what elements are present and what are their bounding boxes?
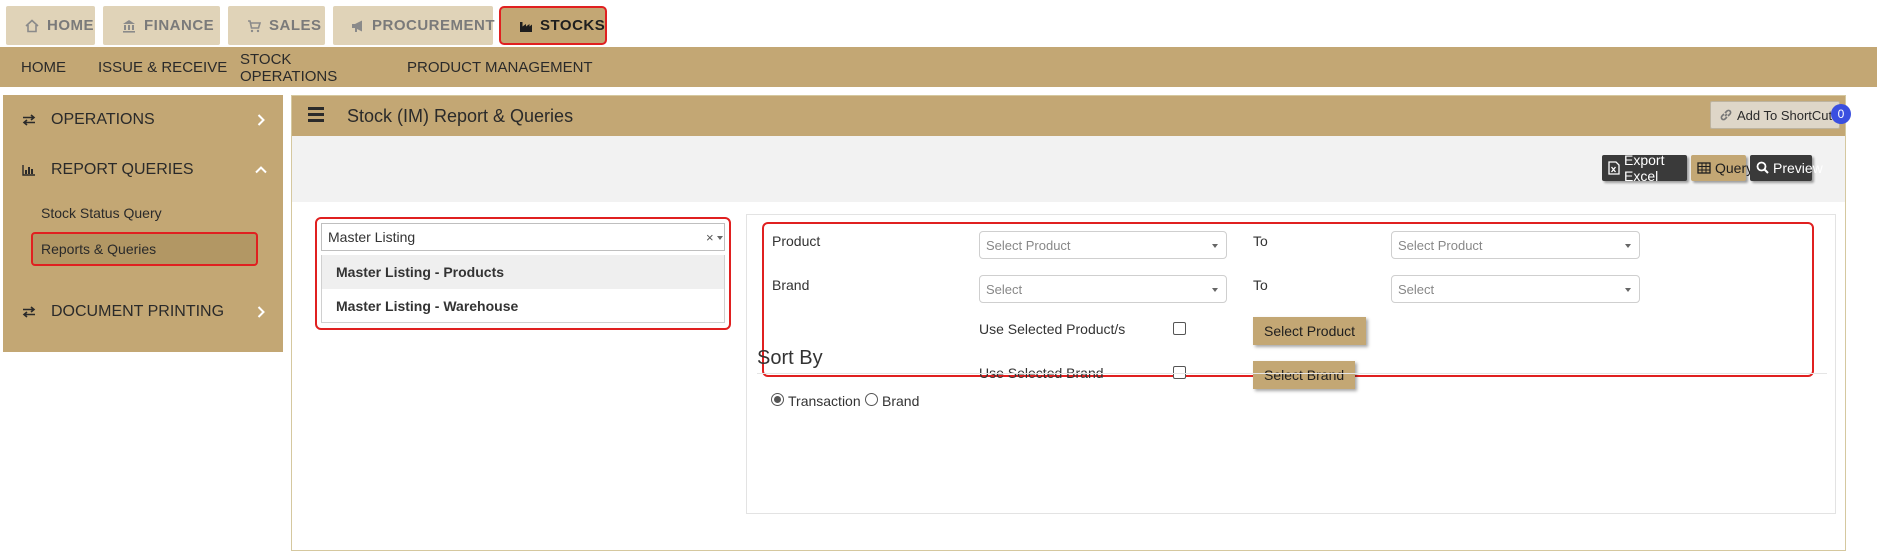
sidebar-item-document-printing[interactable]: DOCUMENT PRINTING — [3, 297, 283, 327]
chevron-right-icon — [255, 305, 267, 319]
subnav-stock-operations[interactable]: STOCK OPERATIONS — [232, 51, 380, 85]
tab-stocks[interactable]: STOCKS — [499, 6, 607, 45]
use-selected-products-label: Use Selected Product/s — [979, 321, 1126, 337]
excel-file-icon — [1608, 161, 1620, 175]
module-tab-bar: HOME FINANCE SALES PROCUREMENT STOCKS — [0, 0, 1877, 47]
sort-by-heading: Sort By — [757, 347, 823, 369]
sort-transaction-label: Transaction — [788, 393, 861, 409]
sidebar-item-operations[interactable]: OPERATIONS — [3, 105, 283, 135]
sidebar-item-label: OPERATIONS — [51, 111, 155, 128]
tab-home[interactable]: HOME — [6, 6, 95, 45]
report-option-products[interactable]: Master Listing - Products — [321, 255, 725, 289]
sort-brand-radio[interactable] — [865, 393, 878, 406]
subnav-issue-receive[interactable]: ISSUE & RECEIVE — [90, 52, 235, 83]
product-from-placeholder: Select Product — [986, 237, 1071, 253]
brand-to-select[interactable]: Select — [1391, 275, 1640, 303]
report-type-select[interactable]: Master Listing × — [321, 223, 725, 251]
tab-procurement[interactable]: PROCUREMENT — [333, 6, 496, 45]
search-icon — [1756, 161, 1769, 175]
sort-transaction-radio[interactable] — [771, 393, 784, 406]
link-icon — [1719, 108, 1733, 122]
sidebar-item-report-queries[interactable]: REPORT QUERIES — [3, 155, 283, 185]
divider — [757, 373, 1827, 374]
subnav-product-management[interactable]: PRODUCT MANAGEMENT — [399, 52, 601, 83]
sidebar: OPERATIONS REPORT QUERIES Stock Status Q… — [3, 95, 283, 352]
brand-from-placeholder: Select — [986, 281, 1023, 297]
product-to-label: To — [1253, 233, 1268, 249]
caret-down-icon — [1212, 288, 1218, 292]
export-excel-button[interactable]: Export Excel — [1602, 152, 1687, 184]
sidebar-subitem-stock-status-query[interactable]: Stock Status Query — [41, 205, 162, 221]
factory-icon — [519, 18, 533, 34]
query-button[interactable]: Query — [1691, 155, 1753, 181]
report-type-value: Master Listing — [328, 229, 416, 245]
shortcut-label: Add To ShortCut — [1737, 107, 1833, 123]
main-panel: Stock (IM) Report & Queries Add To Short… — [291, 95, 1851, 551]
table-icon — [1697, 161, 1711, 175]
clear-icon[interactable]: × — [706, 230, 714, 245]
brand-label: Brand — [772, 277, 810, 293]
tab-label: STOCKS — [540, 17, 606, 34]
bullhorn-icon — [351, 18, 365, 34]
add-to-shortcut-button[interactable]: Add To ShortCut 0 — [1710, 101, 1851, 129]
sidebar-subitem-reports-queries[interactable]: Reports & Queries — [31, 232, 258, 266]
chevron-right-icon — [255, 113, 267, 127]
tab-label: FINANCE — [144, 17, 215, 34]
caret-down-icon — [1625, 288, 1631, 292]
tab-sales[interactable]: SALES — [228, 6, 325, 45]
bank-icon — [121, 18, 137, 34]
product-to-placeholder: Select Product — [1398, 237, 1483, 253]
brand-from-select[interactable]: Select — [979, 275, 1227, 303]
action-toolbar: Export Excel Query Preview — [292, 136, 1845, 202]
chevron-up-icon — [255, 163, 267, 177]
panel-header: Stock (IM) Report & Queries Add To Short… — [292, 96, 1851, 136]
tab-label: HOME — [47, 17, 94, 34]
page-title: Stock (IM) Report & Queries — [347, 106, 574, 126]
select-product-button[interactable]: Select Product — [1253, 317, 1367, 345]
exchange-icon — [21, 112, 37, 128]
caret-down-icon — [1625, 244, 1631, 248]
report-option-warehouse[interactable]: Master Listing - Warehouse — [321, 289, 725, 323]
tab-finance[interactable]: FINANCE — [103, 6, 220, 45]
product-label: Product — [772, 233, 821, 249]
brand-to-placeholder: Select — [1398, 281, 1435, 297]
preview-label: Preview — [1773, 160, 1823, 176]
shortcut-count-badge: 0 — [1831, 104, 1851, 124]
brand-to-label: To — [1253, 277, 1268, 293]
select-brand-button[interactable]: Select Brand — [1253, 361, 1356, 389]
product-to-select[interactable]: Select Product — [1391, 231, 1640, 259]
home-icon — [24, 18, 40, 34]
subnav-home[interactable]: HOME — [13, 52, 74, 83]
query-label: Query — [1715, 160, 1754, 176]
report-type-dropdown: Master Listing × Master Listing - Produc… — [315, 217, 731, 330]
preview-button[interactable]: Preview — [1750, 155, 1823, 181]
sidebar-item-label: REPORT QUERIES — [51, 161, 194, 178]
tab-label: SALES — [269, 17, 322, 34]
sub-navigation: HOME ISSUE & RECEIVE STOCK OPERATIONS PR… — [0, 47, 1877, 87]
sort-brand-label: Brand — [882, 393, 920, 409]
cart-icon — [246, 18, 262, 34]
sidebar-item-label: DOCUMENT PRINTING — [51, 303, 225, 320]
product-brand-filters: Product Select Product To Select Product… — [762, 222, 1814, 389]
export-excel-label: Export Excel — [1624, 152, 1665, 184]
caret-down-icon — [1212, 244, 1218, 248]
use-selected-products-checkbox[interactable] — [1173, 322, 1186, 335]
tab-label: PROCUREMENT — [372, 17, 496, 34]
exchange-icon — [21, 304, 37, 320]
bar-chart-icon — [21, 162, 37, 178]
menu-toggle-icon[interactable] — [308, 107, 325, 125]
product-from-select[interactable]: Select Product — [979, 231, 1227, 259]
caret-down-icon — [717, 236, 723, 240]
